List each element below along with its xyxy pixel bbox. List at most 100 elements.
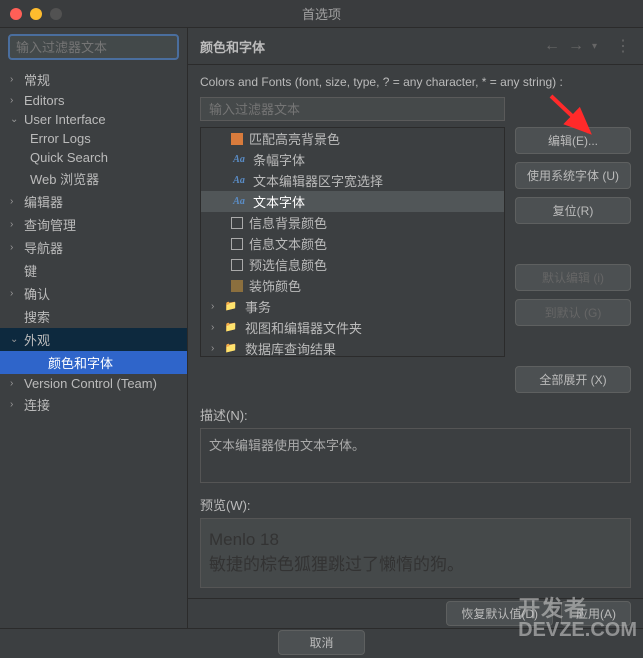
- sidebar-item[interactable]: › Editors: [0, 91, 187, 110]
- font-tree-item[interactable]: Aa 文本字体: [201, 191, 504, 212]
- preview-box: Menlo 18 敏捷的棕色狐狸跳过了懒惰的狗。: [200, 518, 631, 588]
- font-tree-item[interactable]: ›📁视图和编辑器文件夹: [201, 317, 504, 338]
- font-tree-item[interactable]: Aa条幅字体: [201, 149, 504, 170]
- font-tree-item-label: 视图和编辑器文件夹: [245, 318, 362, 337]
- window-title: 首选项: [302, 4, 341, 23]
- sidebar-item-label: 确认: [24, 284, 50, 303]
- font-tree-item[interactable]: 信息背景颜色: [201, 212, 504, 233]
- sidebar-item-label: 查询管理: [24, 215, 76, 234]
- sidebar-item-label: Editors: [24, 93, 64, 108]
- sidebar-item-label: 常规: [24, 70, 50, 89]
- reset-button[interactable]: 复位(R): [515, 197, 631, 224]
- restore-defaults-button[interactable]: 恢复默认值(D): [446, 601, 553, 626]
- use-system-font-button[interactable]: 使用系统字体 (U): [515, 162, 631, 189]
- font-tree-item[interactable]: 预选信息颜色: [201, 254, 504, 275]
- cancel-button[interactable]: 取消: [278, 630, 364, 655]
- sidebar-item[interactable]: › 常规: [0, 68, 187, 91]
- content-pane: 颜色和字体 ← → ▾ ⋮ Colors and Fonts (font, si…: [188, 28, 643, 628]
- font-tree-item-label: 预选信息颜色: [249, 255, 327, 274]
- sidebar-item[interactable]: ⌄ User Interface: [0, 110, 187, 129]
- font-tree-item-label: 信息文本颜色: [249, 234, 327, 253]
- sidebar-item-label: 编辑器: [24, 192, 63, 211]
- font-icon: Aa: [231, 195, 247, 209]
- sidebar-item[interactable]: ⌄外观: [0, 328, 187, 351]
- sidebar-item-label: Version Control (Team): [24, 376, 157, 391]
- sidebar-item[interactable]: ›导航器: [0, 236, 187, 259]
- font-icon: Aa: [231, 153, 247, 167]
- font-tree-item-label: 匹配高亮背景色: [249, 129, 340, 148]
- sidebar-item[interactable]: Quick Search: [0, 148, 187, 167]
- color-swatch-icon: [231, 280, 243, 292]
- sidebar-item-label: User Interface: [24, 112, 106, 127]
- apply-button[interactable]: 应用(A): [561, 601, 631, 626]
- sidebar-item-label: 外观: [24, 330, 50, 349]
- font-tree-item-label: 数据库查询结果: [245, 339, 336, 357]
- font-tree-item-label: 事务: [245, 297, 271, 316]
- font-tree-item[interactable]: ›📁 事务: [201, 296, 504, 317]
- font-tree-item-label: 装饰颜色: [249, 276, 301, 295]
- folder-icon: 📁: [223, 300, 239, 314]
- hint-text: Colors and Fonts (font, size, type, ? = …: [200, 75, 631, 89]
- sidebar-item-label: Error Logs: [30, 131, 91, 146]
- expand-all-button[interactable]: 全部展开 (X): [515, 366, 631, 393]
- font-tree-item[interactable]: Aa 文本编辑器区字宽选择: [201, 170, 504, 191]
- font-tree-item-label: 信息背景颜色: [249, 213, 327, 232]
- nav-back-icon[interactable]: ←: [544, 37, 560, 55]
- chevron-icon: ›: [211, 343, 223, 354]
- close-window-button[interactable]: [10, 8, 22, 20]
- nav-dropdown-icon[interactable]: ▾: [592, 41, 597, 52]
- font-tree-item-label: 文本编辑器区字宽选择: [253, 171, 383, 190]
- window-controls: [10, 8, 62, 20]
- chevron-icon: ⌄: [10, 114, 20, 125]
- menu-icon[interactable]: ⋮: [615, 36, 631, 56]
- chevron-icon: ›: [10, 74, 20, 85]
- sidebar-item[interactable]: Error Logs: [0, 129, 187, 148]
- font-tree-item[interactable]: 匹配高亮背景色: [201, 128, 504, 149]
- filter-input[interactable]: [16, 40, 192, 55]
- description-box: 文本编辑器使用文本字体。: [200, 428, 631, 483]
- default-edit-button[interactable]: 默认编辑 (i): [515, 264, 631, 291]
- sidebar-item[interactable]: Web 浏览器: [0, 167, 187, 190]
- nav-forward-icon[interactable]: →: [568, 37, 584, 55]
- sidebar-item[interactable]: ›连接: [0, 393, 187, 416]
- sidebar-item[interactable]: › 查询管理: [0, 213, 187, 236]
- chevron-icon: ›: [211, 301, 223, 312]
- maximize-window-button[interactable]: [50, 8, 62, 20]
- sidebar-item-label: Web 浏览器: [30, 169, 99, 188]
- font-tree-item[interactable]: 信息文本颜色: [201, 233, 504, 254]
- chevron-icon: ›: [10, 399, 20, 410]
- color-swatch-icon: [231, 217, 243, 229]
- folder-icon: 📁: [223, 342, 239, 356]
- sidebar-item[interactable]: 颜色和字体: [0, 351, 187, 374]
- filter-search-box[interactable]: ✕: [8, 34, 179, 60]
- color-swatch-icon: [231, 259, 243, 271]
- description-label: 描述(N):: [200, 405, 631, 424]
- font-filter-input[interactable]: [200, 97, 505, 121]
- preferences-tree: › 常规 › Editors ⌄ User Interface Error Logs Quic…: [0, 66, 187, 628]
- preview-label: 预览(W):: [200, 495, 631, 514]
- font-tree-item[interactable]: 装饰颜色: [201, 275, 504, 296]
- font-tree-item[interactable]: ›📁 数据库查询结果: [201, 338, 504, 357]
- sidebar-item[interactable]: ›Version Control (Team): [0, 374, 187, 393]
- color-swatch-icon: [231, 133, 243, 145]
- chevron-icon: ›: [10, 95, 20, 106]
- minimize-window-button[interactable]: [30, 8, 42, 20]
- color-swatch-icon: [231, 238, 243, 250]
- sidebar-item-label: 键: [24, 261, 37, 280]
- edit-button[interactable]: 编辑(E)...: [515, 127, 631, 154]
- chevron-icon: ›: [10, 196, 20, 207]
- sidebar-item-label: Quick Search: [30, 150, 108, 165]
- sidebar-item[interactable]: 搜索: [0, 305, 187, 328]
- page-title: 颜色和字体: [200, 37, 544, 56]
- sidebar-item[interactable]: ›确认: [0, 282, 187, 305]
- chevron-icon: ›: [10, 219, 20, 230]
- sidebar-item[interactable]: › 编辑器: [0, 190, 187, 213]
- to-default-button[interactable]: 到默认 (G): [515, 299, 631, 326]
- font-icon: Aa: [231, 174, 247, 188]
- chevron-icon: ›: [10, 242, 20, 253]
- sidebar-item[interactable]: 键: [0, 259, 187, 282]
- sidebar-item-label: 颜色和字体: [48, 353, 113, 372]
- folder-icon: 📁: [223, 321, 239, 335]
- titlebar: 首选项: [0, 0, 643, 28]
- font-tree-item-label: 文本字体: [253, 192, 305, 211]
